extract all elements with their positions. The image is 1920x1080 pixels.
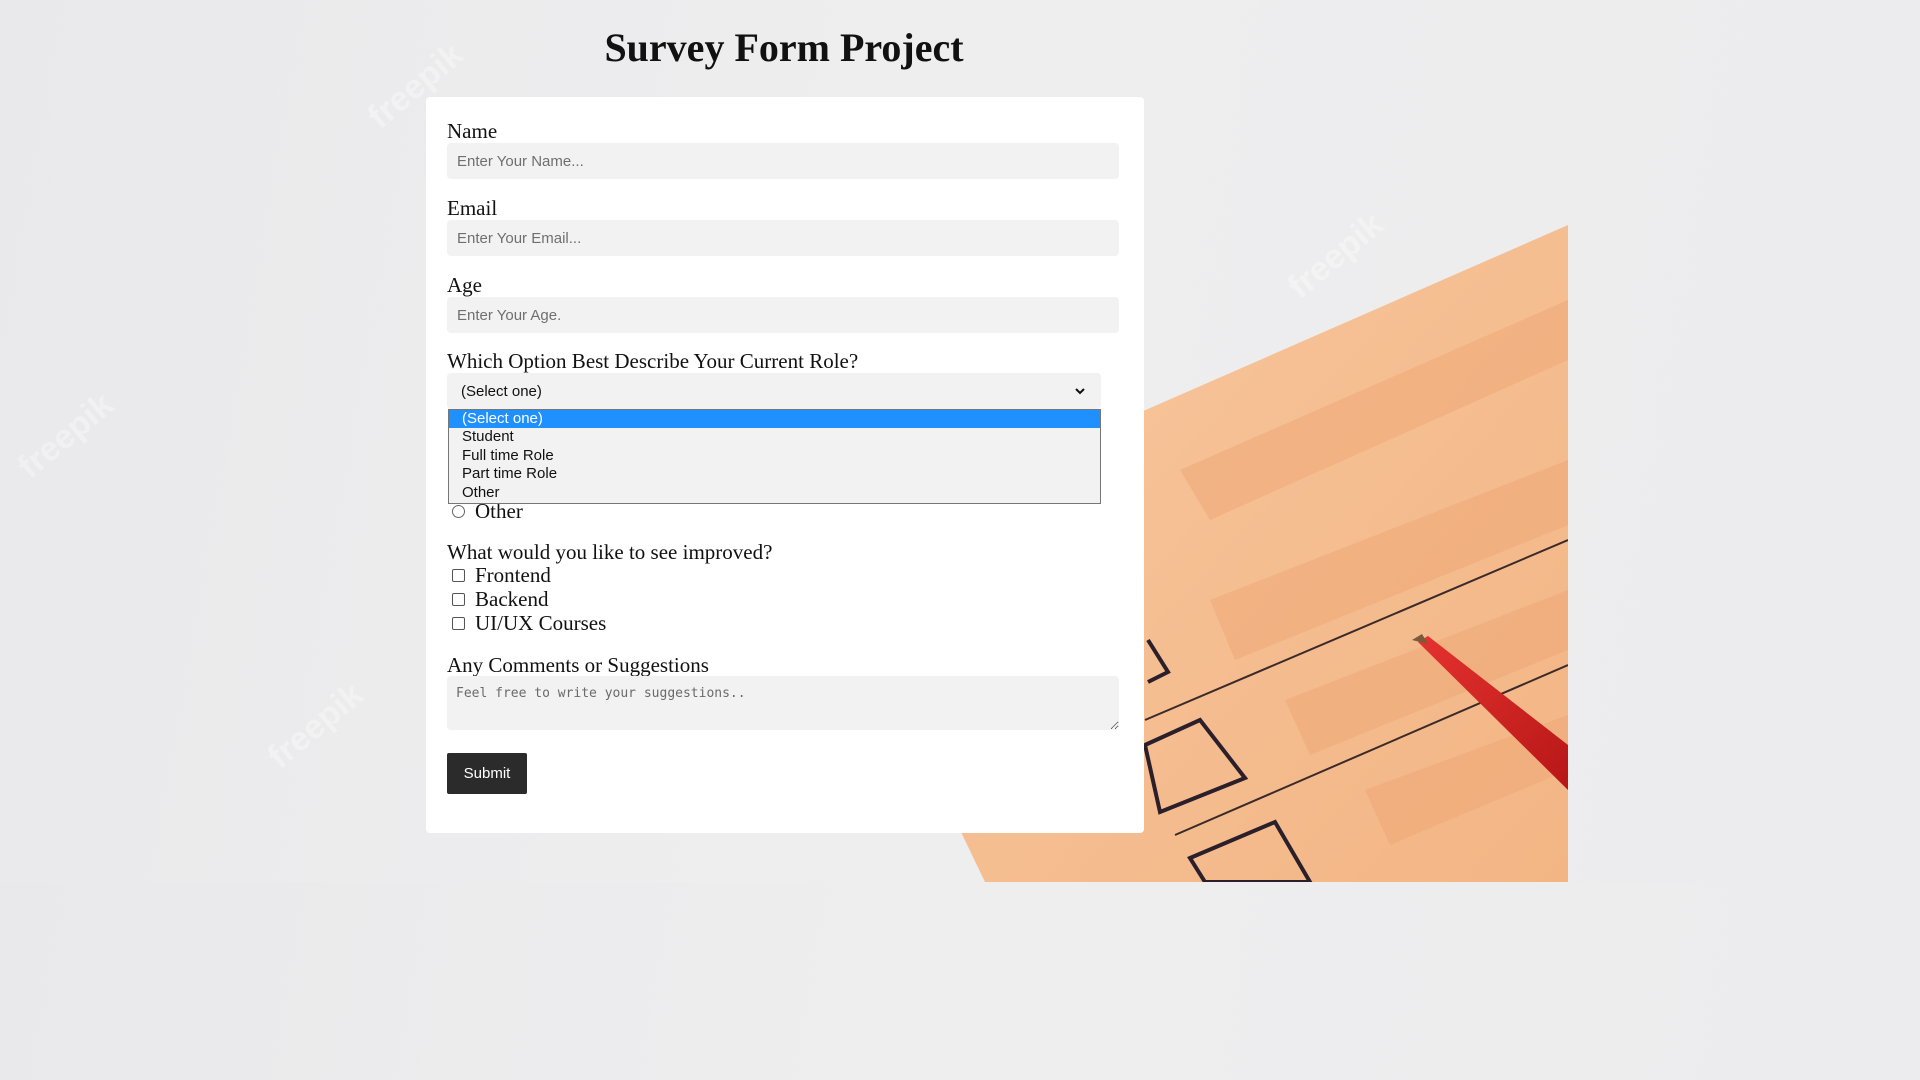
svg-text:freepik: freepik	[11, 385, 121, 486]
improve-option-frontend[interactable]: Frontend	[452, 563, 551, 587]
email-label: Email	[447, 196, 498, 220]
name-field[interactable]	[447, 143, 1119, 179]
radio-button[interactable]	[452, 504, 465, 518]
improve-option-uiux[interactable]: UI/UX Courses	[452, 611, 606, 635]
improve-option-backend[interactable]: Backend	[452, 587, 548, 611]
dropdown-option-part-time[interactable]: Part time Role	[449, 465, 1100, 483]
dropdown-option-full-time[interactable]: Full time Role	[449, 447, 1100, 465]
dropdown-option-select-one[interactable]: (Select one)	[449, 410, 1100, 429]
svg-text:freepik: freepik	[261, 675, 371, 776]
checkbox-label: Backend	[475, 586, 549, 611]
age-label: Age	[447, 273, 482, 297]
name-label: Name	[447, 119, 498, 143]
improve-label: What would you like to see improved?	[447, 540, 773, 564]
role-select-value: (Select one)	[461, 382, 542, 400]
dropdown-option-student[interactable]: Student	[449, 428, 1100, 446]
checkbox-label: Frontend	[475, 562, 551, 587]
checkbox[interactable]	[452, 616, 465, 630]
role-label: Which Option Best Describe Your Current …	[447, 349, 859, 373]
dropdown-option-other[interactable]: Other	[449, 484, 1100, 502]
email-field[interactable]	[447, 220, 1119, 256]
page-title: Survey Form Project	[604, 25, 964, 70]
comments-label: Any Comments or Suggestions	[447, 653, 709, 677]
chevron-down-icon	[1075, 388, 1085, 395]
age-field[interactable]	[447, 297, 1119, 333]
checkbox[interactable]	[452, 568, 465, 582]
checkbox[interactable]	[452, 592, 465, 606]
role-dropdown-list[interactable]: (Select one) Student Full time Role Part…	[448, 409, 1101, 504]
submit-button[interactable]: Submit	[447, 753, 527, 794]
role-select[interactable]: (Select one)	[447, 373, 1101, 409]
checkbox-label: UI/UX Courses	[475, 610, 607, 635]
comments-textarea[interactable]	[447, 676, 1119, 730]
svg-text:freepik: freepik	[1281, 205, 1391, 306]
